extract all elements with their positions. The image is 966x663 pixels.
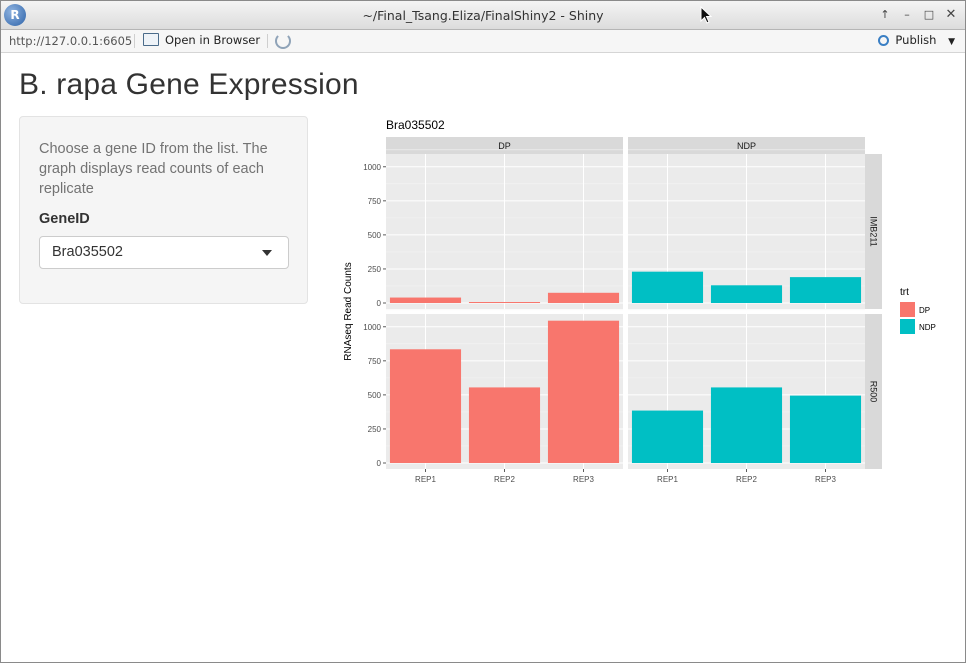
facet-label-row: IMB211 (869, 216, 879, 246)
bar-R500-NDP-REP1 (631, 410, 704, 463)
refresh-icon[interactable] (275, 33, 291, 49)
x-tick-label: REP1 (415, 475, 436, 484)
x-tick-label: REP3 (573, 475, 594, 484)
legend-key-DP (900, 302, 915, 317)
bar-R500-DP-REP1 (389, 349, 462, 463)
facet-label-row: R500 (869, 381, 879, 403)
y-tick-label: 500 (368, 391, 382, 400)
sidebar-panel: Choose a gene ID from the list. The grap… (19, 116, 308, 304)
x-tick-label: REP2 (494, 475, 515, 484)
toolbar-divider (134, 34, 135, 48)
y-tick-label: 1000 (363, 163, 381, 172)
publish-icon (878, 35, 890, 46)
y-tick-label: 750 (368, 357, 382, 366)
bar-IMB211-DP-REP1 (389, 297, 462, 303)
close-button[interactable]: ✕ (943, 7, 959, 23)
bar-R500-DP-REP2 (468, 387, 541, 463)
bar-R500-DP-REP3 (547, 320, 620, 463)
browser-window-icon (143, 33, 159, 46)
legend-label: NDP (919, 323, 936, 332)
bar-IMB211-DP-REP3 (547, 292, 620, 303)
viewer-toolbar: http://127.0.0.1:6605 Open in Browser Pu… (1, 30, 965, 53)
x-tick-label: REP3 (815, 475, 836, 484)
y-tick-label: 1000 (363, 323, 381, 332)
legend-key-NDP (900, 319, 915, 334)
bar-IMB211-NDP-REP1 (631, 271, 704, 303)
bar-R500-NDP-REP2 (710, 387, 783, 463)
y-axis-label: RNAseq Read Counts (343, 262, 354, 360)
help-text: Choose a gene ID from the list. The grap… (39, 141, 268, 197)
bar-IMB211-NDP-REP2 (710, 285, 783, 303)
legend-title: trt (900, 287, 909, 298)
maximize-up-icon[interactable]: ↑ (877, 7, 893, 23)
y-tick-label: 250 (368, 425, 382, 434)
title-bar[interactable]: R ~/Final_Tsang.Eliza/FinalShiny2 - Shin… (1, 1, 965, 30)
y-tick-label: 0 (377, 299, 382, 308)
chevron-down-icon[interactable]: ▼ (948, 37, 955, 47)
page-title: B. rapa Gene Expression (19, 68, 359, 101)
restore-button[interactable]: □ (921, 7, 937, 23)
bar-IMB211-DP-REP2 (468, 302, 541, 303)
rstudio-viewer-window: R ~/Final_Tsang.Eliza/FinalShiny2 - Shin… (0, 0, 966, 663)
open-in-browser-button[interactable]: Open in Browser (143, 33, 260, 47)
minimize-button[interactable]: – (899, 7, 915, 23)
gene-id-label: GeneID (39, 211, 90, 227)
y-tick-label: 0 (377, 459, 382, 468)
y-tick-label: 250 (368, 265, 382, 274)
bar-R500-NDP-REP3 (789, 395, 862, 463)
gene-id-select[interactable]: Bra035502 (39, 236, 289, 269)
y-tick-label: 750 (368, 197, 382, 206)
mouse-cursor-icon (700, 6, 712, 24)
x-tick-label: REP2 (736, 475, 757, 484)
bar-IMB211-NDP-REP3 (789, 277, 862, 303)
shiny-app: B. rapa Gene Expression Choose a gene ID… (1, 53, 965, 662)
x-tick-label: REP1 (657, 475, 678, 484)
url-text[interactable]: http://127.0.0.1:6605 (9, 34, 132, 48)
y-tick-label: 500 (368, 231, 382, 240)
window-title: ~/Final_Tsang.Eliza/FinalShiny2 - Shiny (362, 8, 604, 23)
legend-label: DP (919, 306, 930, 315)
publish-button[interactable]: Publish ▼ (878, 33, 955, 47)
open-in-browser-label: Open in Browser (165, 33, 261, 47)
expression-plot: Bra035502 DP NDP IMB211 R500 0 250 500 750 1000 0 2… (343, 118, 936, 484)
gene-id-selected-value: Bra035502 (52, 244, 123, 260)
caret-down-icon (262, 250, 272, 256)
toolbar-divider (267, 34, 268, 48)
publish-label: Publish (895, 33, 937, 47)
chart-title: Bra035502 (386, 118, 445, 132)
